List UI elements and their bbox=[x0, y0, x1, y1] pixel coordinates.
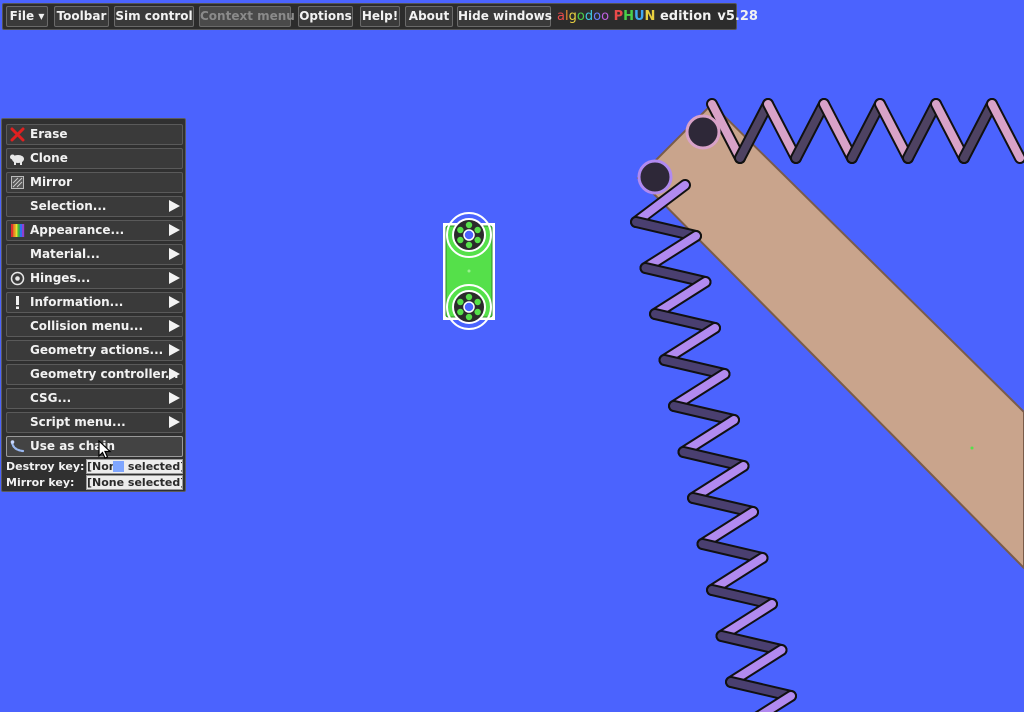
geometry-controller-item[interactable]: Geometry controller... bbox=[6, 364, 183, 385]
context-menu-button[interactable]: Context menu bbox=[199, 6, 295, 27]
brand-letter: H bbox=[623, 9, 634, 24]
chain-icon bbox=[9, 439, 25, 454]
brand-letter: o bbox=[601, 9, 610, 24]
submenu-arrow-icon bbox=[169, 296, 180, 308]
information-label: Information... bbox=[30, 295, 124, 309]
brand-letter: o bbox=[576, 9, 585, 24]
brand-letter: o bbox=[593, 9, 602, 24]
about-button[interactable]: About bbox=[405, 6, 453, 27]
options-button[interactable]: Options bbox=[298, 6, 353, 27]
geometry-actions-label: Geometry actions... bbox=[30, 343, 164, 357]
hinge-left[interactable] bbox=[637, 159, 673, 195]
clone-label: Clone bbox=[30, 151, 68, 165]
wheel-top[interactable] bbox=[446, 212, 492, 258]
destroy-key-row: Destroy key: [None selected] bbox=[6, 459, 184, 474]
mirror-label: Mirror bbox=[30, 175, 73, 189]
material-label: Material... bbox=[30, 247, 100, 261]
submenu-arrow-icon bbox=[169, 224, 180, 236]
submenu-arrow-icon bbox=[169, 272, 180, 284]
material-item[interactable]: Material... bbox=[6, 244, 183, 265]
erase-item[interactable]: Erase bbox=[6, 124, 183, 145]
context-menu-panel: Erase Clone Mirror Selection... Appearan… bbox=[1, 118, 186, 492]
mirror-icon bbox=[9, 175, 25, 190]
text-selection-caret bbox=[113, 461, 124, 472]
plank-center-marker bbox=[970, 446, 974, 450]
mouse-pointer-icon bbox=[98, 440, 112, 459]
submenu-arrow-icon bbox=[169, 200, 180, 212]
brand-letter: d bbox=[584, 9, 594, 24]
destroy-key-field[interactable]: [None selected] bbox=[86, 459, 183, 474]
csg-item[interactable]: CSG... bbox=[6, 388, 183, 409]
erase-label: Erase bbox=[30, 127, 68, 141]
wheel-bottom[interactable] bbox=[446, 284, 492, 330]
brand-logo-algodoo: algodoo bbox=[557, 9, 609, 24]
submenu-arrow-icon bbox=[169, 248, 180, 260]
appearance-icon bbox=[9, 223, 25, 238]
toolbar-button[interactable]: Toolbar bbox=[54, 6, 109, 27]
submenu-arrow-icon bbox=[169, 320, 180, 332]
geometry-actions-item[interactable]: Geometry actions... bbox=[6, 340, 183, 361]
appearance-label: Appearance... bbox=[30, 223, 125, 237]
selection-label: Selection... bbox=[30, 199, 107, 213]
submenu-arrow-icon bbox=[169, 392, 180, 404]
submenu-arrow-icon bbox=[169, 416, 180, 428]
selection-item[interactable]: Selection... bbox=[6, 196, 183, 217]
brand-letter: U bbox=[633, 9, 645, 24]
brand-letter: g bbox=[568, 9, 577, 24]
mirror-key-field[interactable]: [None selected] bbox=[86, 475, 183, 490]
appearance-item[interactable]: Appearance... bbox=[6, 220, 183, 241]
brand-title: algodoo PHUN edition v5.28 bbox=[557, 6, 758, 27]
brand-letter: N bbox=[644, 9, 656, 24]
submenu-arrow-icon bbox=[169, 368, 180, 380]
geometry-controller-label: Geometry controller... bbox=[30, 367, 179, 381]
hinges-label: Hinges... bbox=[30, 271, 91, 285]
help-button[interactable]: Help! bbox=[360, 6, 400, 27]
brand-letter: P bbox=[613, 9, 624, 24]
use-as-chain-item[interactable]: Use as chain bbox=[6, 436, 183, 457]
hinges-item[interactable]: Hinges... bbox=[6, 268, 183, 289]
info-icon bbox=[9, 295, 25, 310]
brand-letter: a bbox=[557, 9, 565, 24]
hide-windows-button[interactable]: Hide windows bbox=[457, 6, 552, 27]
file-menu-button[interactable]: File ▾ bbox=[6, 6, 48, 27]
brand-edition: edition bbox=[659, 9, 712, 24]
hinge-top[interactable] bbox=[685, 114, 721, 150]
clone-item[interactable]: Clone bbox=[6, 148, 183, 169]
mirror-item[interactable]: Mirror bbox=[6, 172, 183, 193]
script-menu-label: Script menu... bbox=[30, 415, 126, 429]
top-menu-bar: File ▾ Toolbar Sim control Context menu … bbox=[2, 3, 758, 30]
collision-menu-item[interactable]: Collision menu... bbox=[6, 316, 183, 337]
script-menu-item[interactable]: Script menu... bbox=[6, 412, 183, 433]
mirror-key-row: Mirror key: [None selected] bbox=[6, 475, 184, 490]
sim-control-button[interactable]: Sim control bbox=[114, 6, 194, 27]
csg-label: CSG... bbox=[30, 391, 72, 405]
clone-icon bbox=[9, 151, 25, 166]
destroy-key-value: [None selected] bbox=[87, 460, 183, 473]
brand-logo-phun: PHUN bbox=[614, 9, 656, 24]
brand-version: v5.28 bbox=[717, 9, 758, 24]
erase-icon bbox=[9, 127, 25, 142]
hinge-icon bbox=[9, 271, 25, 286]
mirror-key-label: Mirror key: bbox=[6, 476, 75, 489]
destroy-key-label: Destroy key: bbox=[6, 460, 85, 473]
information-item[interactable]: Information... bbox=[6, 292, 183, 313]
collision-menu-label: Collision menu... bbox=[30, 319, 144, 333]
submenu-arrow-icon bbox=[169, 344, 180, 356]
